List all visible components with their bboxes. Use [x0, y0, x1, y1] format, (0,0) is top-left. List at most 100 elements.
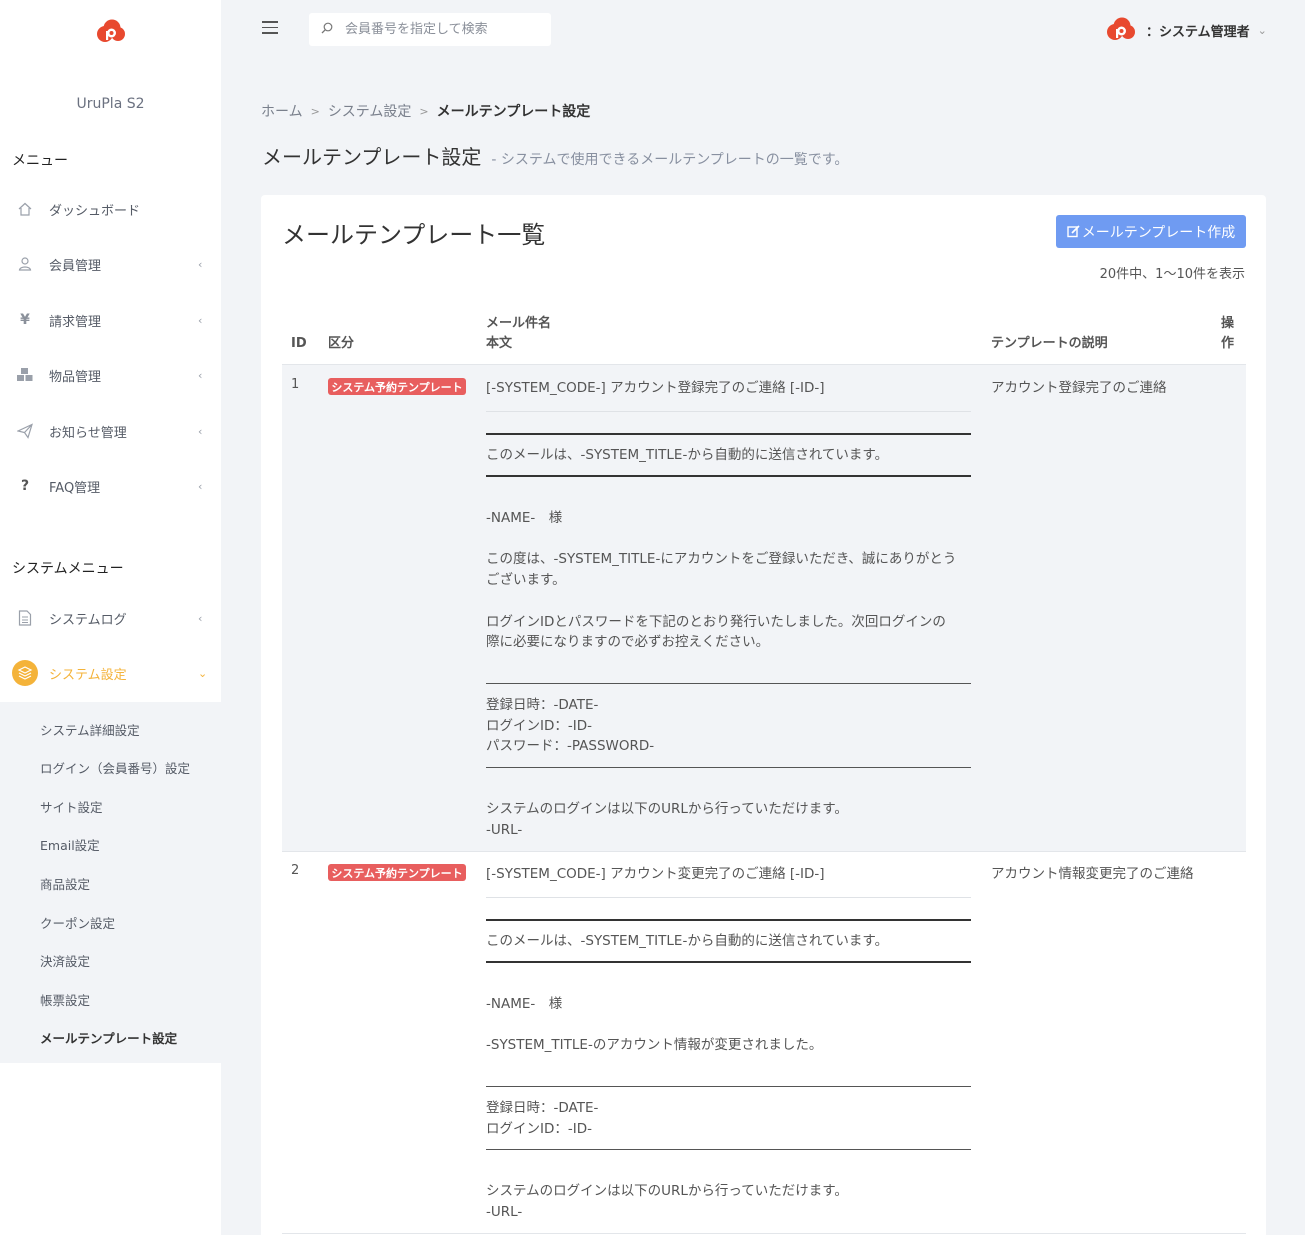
menu-toggle-icon[interactable]: [262, 21, 278, 35]
body-text: ログインID：-ID-: [486, 1121, 592, 1137]
chevron-left-icon: ‹: [198, 611, 203, 625]
sidebar-item-news[interactable]: お知らせ管理 ‹: [0, 411, 221, 451]
send-icon: [16, 422, 34, 440]
chevron-left-icon: ‹: [198, 313, 203, 327]
chevron-left-icon: ‹: [198, 424, 203, 438]
row-description: アカウント登録完了のご連絡: [991, 380, 1167, 396]
submenu-item-coupon-settings[interactable]: クーポン設定: [40, 913, 115, 932]
submenu-item-system-detail[interactable]: システム詳細設定: [40, 720, 140, 739]
system-settings-submenu: システム詳細設定 ログイン（会員番号）設定 サイト設定 Email設定 商品設定…: [0, 702, 221, 1063]
brand-name: UruPla S2: [76, 96, 145, 112]
sidebar-item-faq[interactable]: ? FAQ管理 ‹: [0, 466, 221, 506]
body-text: 際に必要になりますので必ずお控えください。: [486, 634, 770, 650]
body-text: -NAME- 様: [486, 996, 563, 1012]
sidebar-item-members[interactable]: 会員管理 ‹: [0, 244, 221, 284]
subject-body-divider: [486, 897, 971, 898]
row-divider: [282, 851, 1246, 852]
breadcrumb: ホーム > システム設定 > メールテンプレート設定: [261, 101, 590, 121]
body-rule: [486, 767, 971, 768]
record-count: 20件中、1〜10件を表示: [1099, 267, 1245, 282]
body-text: -SYSTEM_TITLE-のアカウント情報が変更されました。: [486, 1037, 823, 1053]
row-description: アカウント情報変更完了のご連絡: [991, 866, 1194, 882]
column-header-description: テンプレートの説明: [991, 336, 1108, 351]
column-header-id: ID: [291, 336, 307, 351]
subject-body-divider: [486, 411, 971, 412]
body-rule: [486, 683, 971, 684]
body-text: -URL-: [486, 822, 523, 838]
sidebar-item-dashboard[interactable]: ダッシュボード: [0, 189, 221, 229]
member-search: [309, 13, 551, 46]
column-header-action: 作: [1221, 336, 1235, 351]
column-header-action: 操: [1221, 316, 1235, 331]
column-header-category: 区分: [328, 336, 355, 351]
submenu-item-email-settings[interactable]: Email設定: [40, 835, 100, 854]
row-id: 2: [291, 863, 300, 878]
search-input[interactable]: [345, 13, 545, 46]
submenu-item-login-settings[interactable]: ログイン（会員番号）設定: [40, 758, 190, 777]
chevron-left-icon: ‹: [198, 257, 203, 271]
row-divider: [282, 1233, 1246, 1234]
question-icon: ?: [20, 478, 30, 494]
body-text: システムのログインは以下のURLから行っていただけます。: [486, 1183, 848, 1199]
submenu-item-mail-template-settings[interactable]: メールテンプレート設定: [40, 1028, 177, 1047]
edit-icon: [1067, 225, 1080, 238]
sidebar-item-label: FAQ管理: [49, 480, 101, 496]
table-row: [282, 365, 1246, 851]
sidebar-item-label: 請求管理: [49, 314, 102, 330]
chevron-left-icon: ‹: [198, 368, 203, 382]
search-icon: [321, 22, 333, 34]
column-header-body: 本文: [486, 336, 513, 351]
body-text: 登録日時：-DATE-: [486, 697, 599, 713]
body-text: この度は、-SYSTEM_TITLE-にアカウントをご登録いただき、誠にありがと…: [486, 551, 957, 567]
sidebar-item-billing[interactable]: ¥ 請求管理 ‹: [0, 300, 221, 340]
page-heading: メールテンプレート設定 - システムで使用できるメールテンプレートの一覧です。: [262, 141, 848, 170]
breadcrumb-system-settings[interactable]: システム設定: [328, 101, 412, 121]
body-text: 登録日時：-DATE-: [486, 1100, 599, 1116]
category-badge: システム予約テンプレート: [328, 378, 466, 395]
page-subtitle: - システムで使用できるメールテンプレートの一覧です。: [491, 152, 849, 168]
body-rule: [486, 1086, 971, 1087]
user-name: ：システム管理者: [1146, 24, 1250, 40]
submenu-item-form-settings[interactable]: 帳票設定: [40, 990, 90, 1009]
body-text: システムのログインは以下のURLから行っていただけます。: [486, 801, 848, 817]
body-text: -NAME- 様: [486, 510, 563, 526]
body-rule: [486, 433, 971, 435]
menu-section-title: メニュー: [12, 153, 68, 169]
user-menu[interactable]: ：システム管理者 ⌄: [1106, 15, 1276, 45]
breadcrumb-separator-icon: >: [419, 104, 429, 118]
layers-icon: [12, 660, 38, 686]
sidebar-item-system-log[interactable]: システムログ ‹: [0, 598, 221, 638]
chevron-down-icon: ⌄: [1257, 23, 1267, 37]
logo-icon[interactable]: [96, 19, 126, 45]
row-id: 1: [291, 377, 300, 392]
create-template-button[interactable]: メールテンプレート作成: [1056, 215, 1246, 248]
sidebar-item-system-settings[interactable]: システム設定 ⌄: [0, 653, 221, 693]
category-badge: システム予約テンプレート: [328, 864, 466, 881]
sidebar-item-label: システム設定: [49, 667, 127, 683]
sidebar-item-goods[interactable]: 物品管理 ‹: [0, 355, 221, 395]
chevron-left-icon: ‹: [198, 479, 203, 493]
page-title: メールテンプレート設定: [262, 145, 482, 169]
column-header-subject: メール件名: [486, 316, 552, 331]
yen-icon: ¥: [20, 312, 30, 328]
breadcrumb-home[interactable]: ホーム: [261, 101, 303, 121]
body-rule: [486, 475, 971, 477]
submenu-item-site-settings[interactable]: サイト設定: [40, 797, 103, 816]
sidebar: UruPla S2 メニュー ダッシュボード 会員管理 ‹ ¥ 請求管理 ‹ 物…: [0, 0, 221, 1235]
template-list-card: メールテンプレート一覧 メールテンプレート作成 20件中、1〜10件を表示 ID…: [261, 195, 1266, 1235]
body-text: このメールは、-SYSTEM_TITLE-から自動的に送信されています。: [486, 447, 889, 463]
row-subject: [-SYSTEM_CODE-] アカウント変更完了のご連絡 [-ID-]: [486, 866, 825, 882]
submenu-item-product-settings[interactable]: 商品設定: [40, 874, 90, 893]
breadcrumb-separator-icon: >: [310, 104, 320, 118]
row-subject: [-SYSTEM_CODE-] アカウント登録完了のご連絡 [-ID-]: [486, 380, 825, 396]
submenu-item-payment-settings[interactable]: 決済設定: [40, 951, 90, 970]
body-text: -URL-: [486, 1204, 523, 1220]
body-text: このメールは、-SYSTEM_TITLE-から自動的に送信されています。: [486, 933, 889, 949]
chevron-down-icon: ⌄: [198, 666, 208, 680]
sidebar-item-label: お知らせ管理: [49, 425, 127, 441]
body-rule: [486, 919, 971, 921]
user-avatar-icon: [1107, 17, 1135, 40]
breadcrumb-current: メールテンプレート設定: [436, 104, 591, 120]
user-icon: [16, 255, 34, 273]
sidebar-item-label: 物品管理: [49, 369, 102, 385]
